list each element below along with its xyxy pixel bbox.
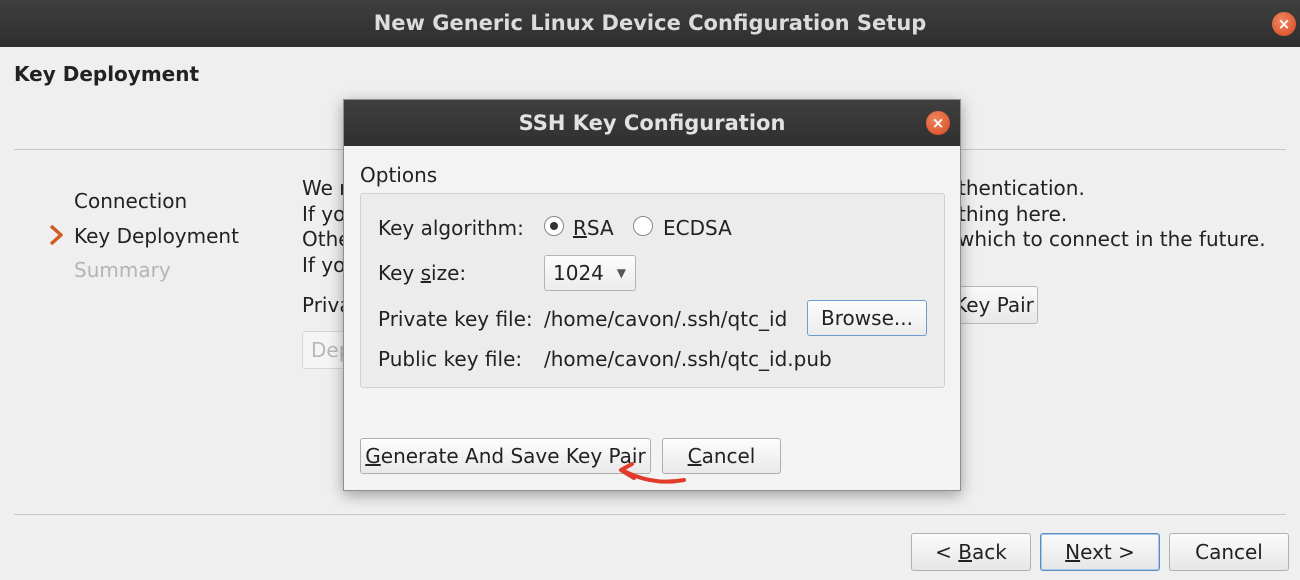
key-size-value: 1024 [553, 261, 604, 285]
window-title: New Generic Linux Device Configuration S… [373, 11, 927, 35]
back-button[interactable]: < Back [911, 533, 1031, 571]
info-text-line1-end: thentication. [958, 176, 1085, 200]
create-key-pair-label: Key Pair [954, 293, 1034, 317]
annotation-arrow-icon [619, 462, 686, 484]
divider-bottom [14, 514, 1286, 515]
key-size-label: Key size: [378, 261, 467, 285]
step-summary: Summary [74, 258, 171, 282]
dialog-titlebar: SSH Key Configuration × [344, 100, 960, 146]
public-key-label: Public key file: [378, 347, 523, 371]
step-connection: Connection [74, 189, 188, 213]
back-button-label: < Back [935, 540, 1007, 564]
window-titlebar: New Generic Linux Device Configuration S… [0, 0, 1300, 47]
browse-button[interactable]: Browse... [807, 300, 927, 336]
ecdsa-radio-label[interactable]: ECDSA [663, 216, 732, 240]
create-key-pair-button[interactable]: Key Pair [950, 286, 1038, 324]
generate-key-pair-label: Generate And Save Key Pair [365, 444, 646, 468]
next-button[interactable]: Next > [1040, 533, 1160, 571]
generate-key-pair-button[interactable]: Generate And Save Key Pair [360, 438, 651, 474]
info-text-line1-start: We r [302, 176, 348, 200]
info-text-line3-end: which to connect in the future. [958, 227, 1266, 251]
rsa-radio-label[interactable]: RSA [573, 216, 614, 240]
dialog-close-icon[interactable]: × [926, 111, 950, 135]
private-key-label: Private key file: [378, 307, 533, 331]
next-button-label: Next > [1065, 540, 1135, 564]
info-text-line4-start: If yo [302, 253, 346, 277]
ssh-key-dialog: SSH Key Configuration × Options Key algo… [343, 99, 961, 491]
options-group: Key algorithm: RSA ECDSA Key size: 1024 … [360, 193, 945, 388]
info-text-line2-start: If yo [302, 202, 346, 226]
key-size-select[interactable]: 1024 ▼ [544, 255, 636, 291]
window-close-icon[interactable]: × [1272, 12, 1296, 36]
page-title: Key Deployment [14, 62, 200, 86]
private-key-path: /home/cavon/.ssh/qtc_id [544, 307, 788, 331]
wizard-cancel-label: Cancel [1195, 540, 1263, 564]
wizard-cancel-button[interactable]: Cancel [1169, 533, 1289, 571]
browse-button-label: Browse... [821, 306, 913, 330]
step-key-deployment: Key Deployment [74, 224, 239, 248]
info-text-line2-end: thing here. [958, 202, 1068, 226]
public-key-path: /home/cavon/.ssh/qtc_id.pub [544, 347, 832, 371]
current-step-chevron-icon [49, 224, 63, 246]
dialog-title: SSH Key Configuration [518, 111, 786, 135]
options-group-label: Options [360, 163, 438, 187]
ecdsa-radio[interactable] [633, 216, 653, 236]
rsa-radio[interactable] [544, 216, 564, 236]
key-algorithm-label: Key algorithm: [378, 216, 524, 240]
chevron-down-icon: ▼ [616, 266, 626, 280]
dialog-cancel-label: Cancel [687, 444, 756, 468]
